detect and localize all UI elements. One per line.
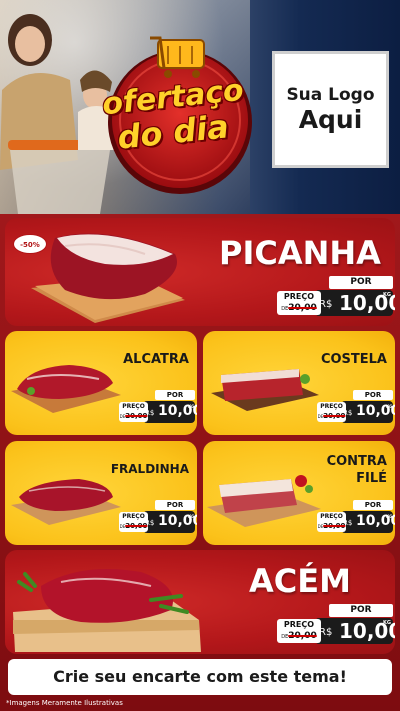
unit: KG bbox=[188, 404, 195, 409]
price-tag: POR R$ 10,00 KG PREÇO DE20,00 bbox=[277, 604, 395, 644]
price-box: R$ 10,00 KG bbox=[341, 401, 395, 423]
product-name: PICANHA bbox=[219, 234, 381, 272]
old-price: 20,00 bbox=[125, 412, 148, 420]
product-name: FRALDINHA bbox=[110, 462, 189, 476]
product-name: CONTRA FILÉ bbox=[327, 453, 387, 487]
old-price-box: PREÇO DE20,00 bbox=[277, 619, 321, 643]
product-card-fraldinha[interactable]: FRALDINHA POR R$ 10,00 KG PREÇO DE20,00 bbox=[5, 441, 197, 545]
alcatra-image bbox=[11, 365, 121, 413]
por-label: POR bbox=[353, 500, 393, 510]
picanha-image bbox=[31, 233, 185, 323]
logo-line2: Aqui bbox=[298, 104, 363, 134]
contra-file-image bbox=[207, 475, 321, 527]
price-tag: POR R$ 10,00 KG PREÇO DE20,00 bbox=[119, 390, 197, 423]
old-price-box: PREÇO DE20,00 bbox=[317, 512, 346, 532]
old-price-box: PREÇO DE20,00 bbox=[277, 291, 321, 315]
cta-banner[interactable]: Crie seu encarte com este tema! bbox=[8, 659, 392, 695]
product-name: COSTELA bbox=[320, 352, 387, 367]
price-box: R$ 10,00 KG bbox=[341, 511, 395, 533]
old-price: 20,00 bbox=[125, 522, 148, 530]
unit: KG bbox=[386, 404, 393, 409]
price-box: R$ 10,00 KG bbox=[315, 618, 395, 644]
product-name: ALCATRA bbox=[123, 352, 189, 367]
por-label: POR bbox=[155, 500, 195, 510]
logo-placeholder[interactable]: Sua Logo Aqui bbox=[272, 51, 389, 168]
badge-title: ofertaço do dia bbox=[78, 73, 268, 157]
product-card-costela[interactable]: COSTELA POR R$ 10,00 KG PREÇO DE20,00 bbox=[203, 331, 395, 435]
preco-label: PREÇO bbox=[122, 513, 145, 520]
product-card-picanha[interactable]: -50% PICANHA POR R$ 10,00 KG PREÇO DE20,… bbox=[5, 218, 395, 326]
price-tag: POR R$ 10,00 KG PREÇO DE20,00 bbox=[317, 390, 395, 423]
price-tag: POR R$ 10,00 KG PREÇO DE20,00 bbox=[317, 500, 395, 533]
unit: KG bbox=[383, 292, 391, 298]
old-price: 20,00 bbox=[323, 522, 346, 530]
product-card-acem[interactable]: ACÉM POR R$ 10,00 KG PREÇO DE20,00 bbox=[5, 550, 395, 654]
price-box: R$ 10,00 KG bbox=[315, 290, 395, 316]
por-label: POR bbox=[329, 604, 393, 617]
product-card-contra-file[interactable]: CONTRA FILÉ POR R$ 10,00 KG PREÇO DE20,0… bbox=[203, 441, 395, 545]
product-name-line2: FILÉ bbox=[356, 471, 387, 486]
por-label: POR bbox=[353, 390, 393, 400]
por-label: POR bbox=[155, 390, 195, 400]
fraldinha-image bbox=[11, 479, 121, 525]
preco-label: PREÇO bbox=[122, 403, 145, 410]
product-name-line1: CONTRA bbox=[326, 454, 387, 469]
price-box: R$ 10,00 KG bbox=[143, 511, 197, 533]
preco-label: PREÇO bbox=[283, 620, 315, 629]
preco-label: PREÇO bbox=[320, 403, 343, 410]
preco-label: PREÇO bbox=[320, 513, 343, 520]
logo-line1: Sua Logo bbox=[286, 84, 375, 105]
unit: KG bbox=[386, 514, 393, 519]
old-price-box: PREÇO DE20,00 bbox=[317, 402, 346, 422]
product-name: ACÉM bbox=[249, 562, 351, 600]
old-price-box: PREÇO DE20,00 bbox=[119, 512, 148, 532]
price-box: R$ 10,00 KG bbox=[143, 401, 197, 423]
old-price-box: PREÇO DE20,00 bbox=[119, 402, 148, 422]
old-price: 20,00 bbox=[323, 412, 346, 420]
unit: KG bbox=[383, 620, 391, 626]
acem-image bbox=[13, 569, 201, 652]
offers-area: -50% PICANHA POR R$ 10,00 KG PREÇO DE20,… bbox=[0, 214, 400, 711]
costela-image bbox=[211, 369, 319, 411]
price-tag: POR R$ 10,00 KG PREÇO DE20,00 bbox=[277, 276, 395, 316]
product-card-alcatra[interactable]: ALCATRA POR R$ 10,00 KG PREÇO DE20,00 bbox=[5, 331, 197, 435]
price-tag: POR R$ 10,00 KG PREÇO DE20,00 bbox=[119, 500, 197, 533]
disclaimer: *Imagens Meramente Ilustrativas bbox=[6, 699, 123, 707]
por-label: POR bbox=[329, 276, 393, 289]
preco-label: PREÇO bbox=[283, 292, 315, 301]
header-banner: ofertaço do dia Sua Logo Aqui bbox=[0, 0, 400, 214]
discount-badge: -50% bbox=[13, 234, 47, 254]
old-price: 20,00 bbox=[288, 303, 317, 313]
old-price: 20,00 bbox=[288, 631, 317, 641]
unit: KG bbox=[188, 514, 195, 519]
